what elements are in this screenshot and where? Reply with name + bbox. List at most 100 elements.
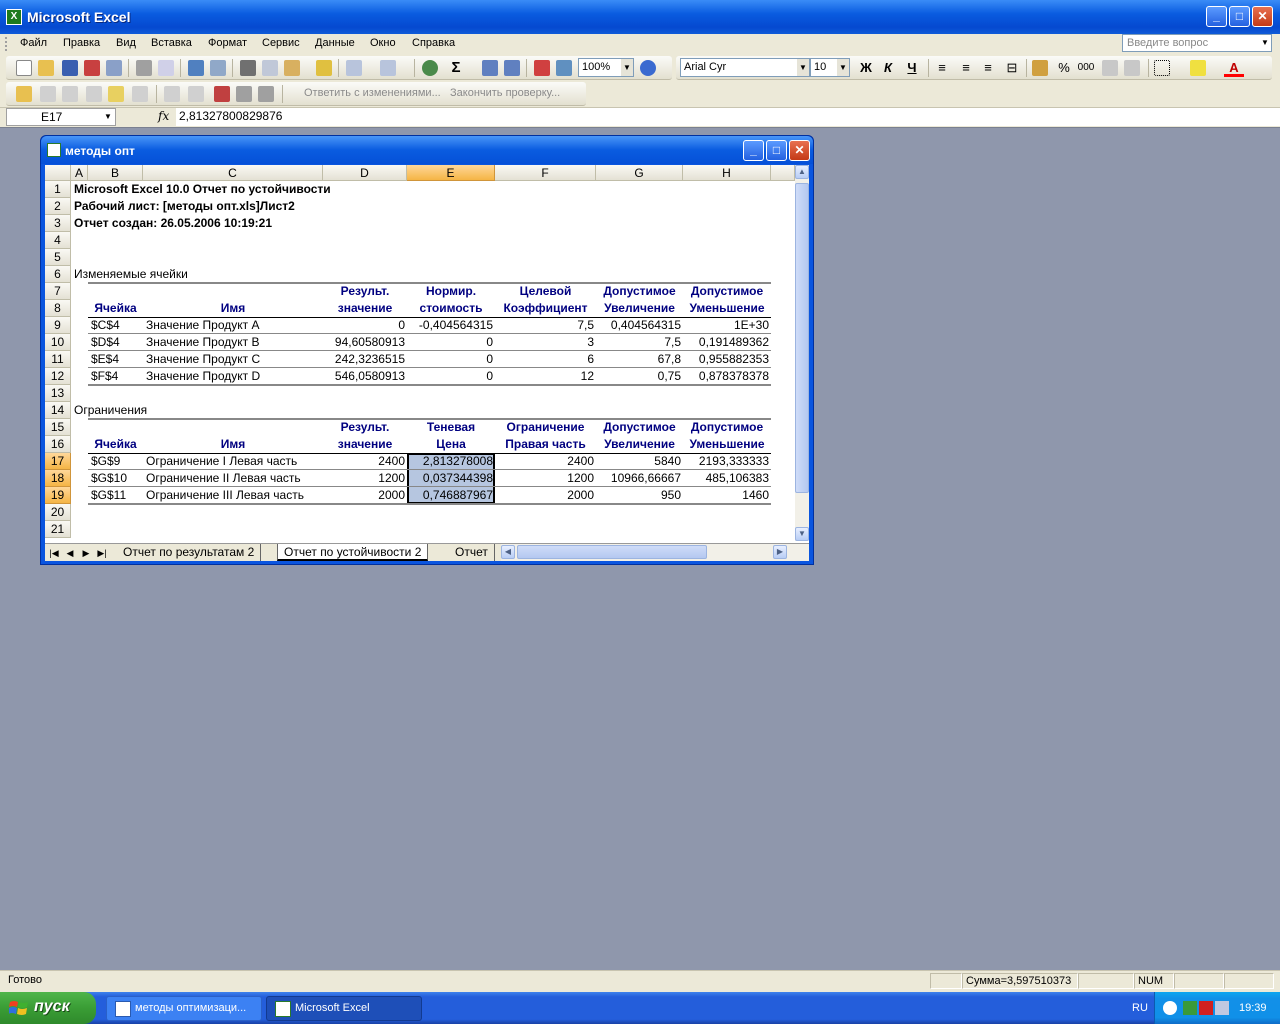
start-button[interactable]: пуск (0, 992, 96, 1024)
row-header-18[interactable]: 18 (45, 470, 71, 487)
autosum-icon[interactable]: Σ (448, 60, 464, 76)
percent-button[interactable]: % (1054, 59, 1074, 77)
currency-icon[interactable] (1032, 60, 1048, 76)
wb-close-button[interactable]: ✕ (789, 140, 810, 161)
underline-button[interactable]: Ч (902, 59, 922, 77)
row-header-2[interactable]: 2 (45, 198, 71, 215)
font-size-select[interactable]: 10 ▼ (810, 58, 850, 77)
maximize-button[interactable]: □ (1229, 6, 1250, 27)
fill-color-icon[interactable] (1190, 60, 1206, 76)
row-header-1[interactable]: 1 (45, 181, 71, 198)
row-header-4[interactable]: 4 (45, 232, 71, 249)
sort-descending-icon[interactable] (504, 60, 520, 76)
row-header-5[interactable]: 5 (45, 249, 71, 266)
column-header-b[interactable]: B (88, 165, 143, 181)
row-header-16[interactable]: 16 (45, 436, 71, 453)
column-header-d[interactable]: D (323, 165, 407, 181)
print-icon[interactable] (136, 60, 152, 76)
font-color-icon[interactable]: A (1224, 59, 1244, 77)
row-header-8[interactable]: 8 (45, 300, 71, 317)
review-icon[interactable] (108, 86, 124, 102)
paste-icon[interactable] (284, 60, 300, 76)
increase-decimal-icon[interactable] (1102, 60, 1118, 76)
menu-edit[interactable]: Правка (63, 37, 100, 49)
chevron-down-icon[interactable]: ▼ (797, 59, 809, 76)
taskbar-item-word[interactable]: методы оптимизаци... (106, 996, 262, 1021)
next-sheet-icon[interactable]: ▶ (79, 546, 93, 560)
reply-with-changes-button[interactable]: Ответить с изменениями... (304, 87, 441, 99)
help-question-input[interactable]: Введите вопрос ▼ (1122, 34, 1272, 52)
email-icon[interactable] (106, 60, 122, 76)
font-select[interactable]: Arial Cyr ▼ (680, 58, 810, 77)
align-right-icon[interactable]: ≡ (978, 59, 998, 77)
row-header-15[interactable]: 15 (45, 419, 71, 436)
first-sheet-icon[interactable]: |◀ (47, 546, 61, 560)
row-header-10[interactable]: 10 (45, 334, 71, 351)
column-header-e[interactable]: E (407, 165, 495, 181)
language-indicator[interactable]: RU (1132, 1002, 1148, 1014)
row-header-7[interactable]: 7 (45, 283, 71, 300)
vertical-scrollbar[interactable]: ▲ ▼ (795, 165, 809, 541)
tray-network-icon[interactable] (1183, 1001, 1197, 1015)
row-header-17[interactable]: 17 (45, 453, 71, 470)
last-sheet-icon[interactable]: ▶| (95, 546, 109, 560)
cut-icon[interactable] (240, 60, 256, 76)
borders-icon[interactable] (1154, 60, 1170, 76)
help-icon[interactable] (640, 60, 656, 76)
chevron-down-icon[interactable]: ▼ (621, 59, 633, 76)
review-icon[interactable] (258, 86, 274, 102)
minimize-button[interactable]: _ (1206, 6, 1227, 27)
copy-icon[interactable] (262, 60, 278, 76)
format-painter-icon[interactable] (316, 60, 332, 76)
sheet-tab-results[interactable]: Отчет по результатам 2 (117, 544, 262, 561)
column-header-h[interactable]: H (683, 165, 771, 181)
sheet-tab-report[interactable]: Отчет (449, 544, 495, 561)
menu-data[interactable]: Данные (315, 37, 355, 49)
scroll-thumb[interactable] (795, 183, 809, 493)
decrease-decimal-icon[interactable] (1124, 60, 1140, 76)
sheet-tab-sensitivity[interactable]: Отчет по устойчивости 2 (277, 544, 429, 561)
close-button[interactable]: ✕ (1252, 6, 1273, 27)
row-header-11[interactable]: 11 (45, 351, 71, 368)
new-icon[interactable] (16, 60, 32, 76)
scroll-left-icon[interactable]: ◀ (501, 545, 515, 559)
scroll-down-icon[interactable]: ▼ (795, 527, 809, 541)
menu-help[interactable]: Справка (412, 37, 455, 49)
undo-icon[interactable] (346, 60, 362, 76)
review-icon[interactable] (214, 86, 230, 102)
wb-maximize-button[interactable]: □ (766, 140, 787, 161)
chevron-down-icon[interactable]: ▼ (837, 59, 849, 76)
row-header-19[interactable]: 19 (45, 487, 71, 504)
row-header-3[interactable]: 3 (45, 215, 71, 232)
column-header-a[interactable]: A (71, 165, 88, 181)
row-header-14[interactable]: 14 (45, 402, 71, 419)
print-preview-icon[interactable] (158, 60, 174, 76)
column-header-g[interactable]: G (596, 165, 683, 181)
hyperlink-icon[interactable] (422, 60, 438, 76)
row-header-13[interactable]: 13 (45, 385, 71, 402)
italic-button[interactable]: К (878, 59, 898, 77)
prev-sheet-icon[interactable]: ◀ (63, 546, 77, 560)
menu-tools[interactable]: Сервис (262, 37, 300, 49)
wb-minimize-button[interactable]: _ (743, 140, 764, 161)
chart-wizard-icon[interactable] (534, 60, 550, 76)
menu-format[interactable]: Формат (208, 37, 247, 49)
open-icon[interactable] (38, 60, 54, 76)
select-all-corner[interactable] (45, 165, 71, 181)
research-icon[interactable] (210, 60, 226, 76)
scroll-right-icon[interactable]: ▶ (773, 545, 787, 559)
column-header-f[interactable]: F (495, 165, 596, 181)
menu-file[interactable]: Файл (20, 37, 47, 49)
spelling-icon[interactable] (188, 60, 204, 76)
review-icon[interactable] (236, 86, 252, 102)
sort-ascending-icon[interactable] (482, 60, 498, 76)
align-center-icon[interactable]: ≡ (956, 59, 976, 77)
row-header-12[interactable]: 12 (45, 368, 71, 385)
menu-window[interactable]: Окно (370, 37, 396, 49)
menu-view[interactable]: Вид (116, 37, 136, 49)
bold-button[interactable]: Ж (856, 59, 876, 77)
redo-icon[interactable] (380, 60, 396, 76)
scroll-up-icon[interactable]: ▲ (795, 165, 809, 179)
function-icon[interactable]: fx (158, 109, 169, 123)
save-icon[interactable] (62, 60, 78, 76)
